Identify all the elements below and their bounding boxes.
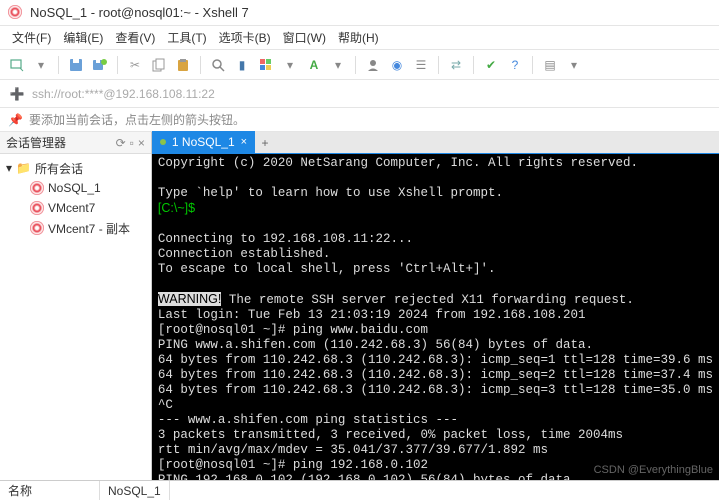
font-icon[interactable]: A (305, 56, 323, 74)
collapse-icon[interactable]: ▾ (6, 161, 12, 175)
chevron-down-icon[interactable]: ▾ (32, 56, 50, 74)
check-icon[interactable]: ✔ (482, 56, 500, 74)
more-icon[interactable]: ☰ (412, 56, 430, 74)
cut-icon[interactable]: ✂ (126, 56, 144, 74)
plus-icon[interactable]: ➕ (8, 85, 26, 103)
tabbar: 1 NoSQL_1 × + (152, 132, 719, 154)
address-text[interactable]: ssh://root:****@192.168.108.11:22 (32, 87, 711, 101)
copy-icon[interactable] (150, 56, 168, 74)
content: 1 NoSQL_1 × + Copyright (c) 2020 NetSara… (152, 132, 719, 480)
window-title: NoSQL_1 - root@nosql01:~ - Xshell 7 (30, 5, 249, 20)
sidebar-header: 会话管理器 ⟳ ▫ × (0, 132, 151, 154)
colors-icon[interactable] (257, 56, 275, 74)
tree-item[interactable]: NoSQL_1 (2, 178, 149, 198)
paste-icon[interactable] (174, 56, 192, 74)
sidebar: 会话管理器 ⟳ ▫ × ▾ 📁 所有会话 NoSQL_1 VMcent7 (0, 132, 152, 480)
hint-text: 要添加当前会话，点击左侧的箭头按钮。 (29, 111, 245, 128)
folder-icon: 📁 (16, 161, 31, 175)
main: 会话管理器 ⟳ ▫ × ▾ 📁 所有会话 NoSQL_1 VMcent7 (0, 132, 719, 480)
tree-root[interactable]: ▾ 📁 所有会话 (2, 158, 149, 178)
app-icon (8, 5, 24, 21)
new-session-icon[interactable] (8, 56, 26, 74)
chevron-down-icon[interactable]: ▾ (565, 56, 583, 74)
tab-close-icon[interactable]: × (241, 136, 247, 148)
addressbar: ➕ ssh://root:****@192.168.108.11:22 (0, 80, 719, 108)
globe-icon[interactable]: ◉ (388, 56, 406, 74)
pin-icon[interactable]: 📌 (8, 113, 23, 127)
hintbar: 📌 要添加当前会话，点击左侧的箭头按钮。 (0, 108, 719, 132)
chevron-down-icon[interactable]: ▾ (329, 56, 347, 74)
save-icon[interactable] (67, 56, 85, 74)
tree-item[interactable]: VMcent7 - 副本 (2, 218, 149, 238)
sidebar-title: 会话管理器 (6, 134, 66, 151)
menu-view[interactable]: 查看(V) (111, 27, 159, 48)
titlebar: NoSQL_1 - root@nosql01:~ - Xshell 7 (0, 0, 719, 26)
tab-active[interactable]: 1 NoSQL_1 × (152, 131, 255, 153)
transfer-icon[interactable]: ⇄ (447, 56, 465, 74)
sidebar-refresh-icon[interactable]: ⟳ (116, 136, 126, 150)
terminal[interactable]: Copyright (c) 2020 NetSarang Computer, I… (152, 154, 719, 480)
tab-label: 1 NoSQL_1 (172, 135, 235, 149)
sidebar-close-icon[interactable]: × (138, 136, 145, 150)
session-tree: ▾ 📁 所有会话 NoSQL_1 VMcent7 VMcent7 - 副本 (0, 154, 151, 480)
menu-window[interactable]: 窗口(W) (279, 27, 330, 48)
people-icon[interactable] (364, 56, 382, 74)
tree-item[interactable]: VMcent7 (2, 198, 149, 218)
menu-edit[interactable]: 编辑(E) (59, 27, 107, 48)
tree-item-label: NoSQL_1 (48, 181, 101, 195)
tree-root-label: 所有会话 (35, 160, 83, 177)
menu-file[interactable]: 文件(F) (8, 27, 55, 48)
tab-add-button[interactable]: + (255, 133, 275, 153)
chevron-down-icon[interactable]: ▾ (281, 56, 299, 74)
statusbar: 名称 NoSQL_1 (0, 480, 719, 500)
save-as-icon[interactable] (91, 56, 109, 74)
search-icon[interactable] (209, 56, 227, 74)
status-dot-icon (160, 139, 166, 145)
tag-icon[interactable]: ▮ (233, 56, 251, 74)
menubar: 文件(F) 编辑(E) 查看(V) 工具(T) 选项卡(B) 窗口(W) 帮助(… (0, 26, 719, 50)
help-icon[interactable]: ? (506, 56, 524, 74)
sidebar-pin-icon[interactable]: ▫ (130, 136, 134, 150)
menu-tools[interactable]: 工具(T) (163, 27, 210, 48)
status-col1: 名称 (0, 481, 100, 500)
session-icon (30, 221, 44, 235)
session-icon (30, 201, 44, 215)
layout-icon[interactable]: ▤ (541, 56, 559, 74)
menu-tabs[interactable]: 选项卡(B) (215, 27, 275, 48)
toolbar: ▾ ✂ ▮ ▾ A ▾ ◉ ☰ ⇄ ✔ ? ▤ ▾ (0, 50, 719, 80)
tree-item-label: VMcent7 (48, 201, 95, 215)
menu-help[interactable]: 帮助(H) (334, 27, 383, 48)
status-col2: NoSQL_1 (100, 481, 170, 500)
tree-item-label: VMcent7 - 副本 (48, 220, 130, 237)
session-icon (30, 181, 44, 195)
